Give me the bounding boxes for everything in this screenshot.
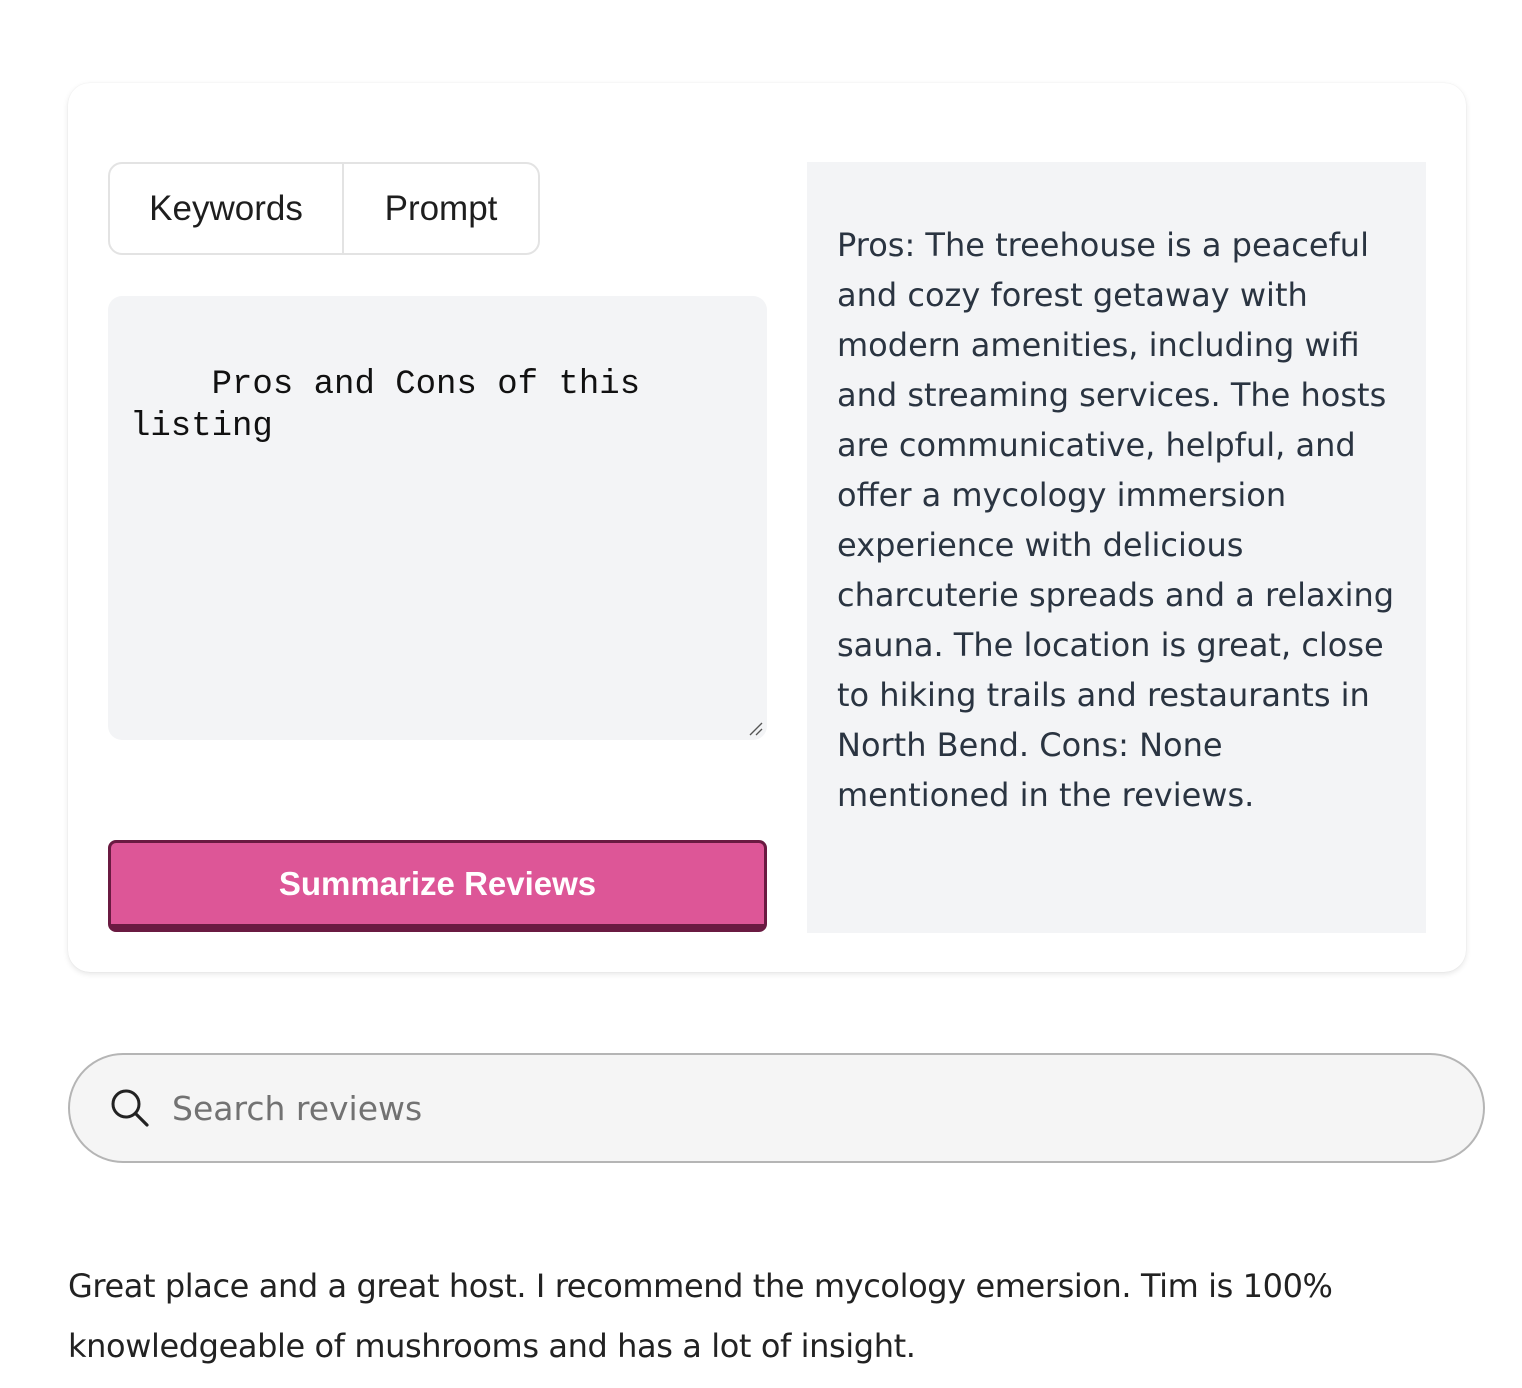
- summary-text: Pros: The treehouse is a peaceful and co…: [837, 226, 1395, 814]
- resize-handle-icon[interactable]: [747, 720, 763, 736]
- search-bar[interactable]: [68, 1053, 1485, 1163]
- search-input[interactable]: [170, 1077, 1483, 1139]
- summary-panel: Pros: The treehouse is a peaceful and co…: [807, 162, 1426, 933]
- summarize-reviews-button[interactable]: Summarize Reviews: [108, 840, 767, 932]
- review-text: Great place and a great host. I recommen…: [68, 1267, 1333, 1365]
- tab-keywords[interactable]: Keywords: [110, 164, 344, 253]
- search-icon: [108, 1086, 152, 1130]
- mode-tabs: Keywords Prompt: [108, 162, 540, 255]
- prompt-textarea[interactable]: Pros and Cons of this listing: [108, 296, 767, 740]
- tab-prompt[interactable]: Prompt: [344, 164, 538, 253]
- prompt-text: Pros and Cons of this listing: [130, 366, 661, 446]
- summarizer-card: Keywords Prompt Pros and Cons of this li…: [68, 83, 1466, 972]
